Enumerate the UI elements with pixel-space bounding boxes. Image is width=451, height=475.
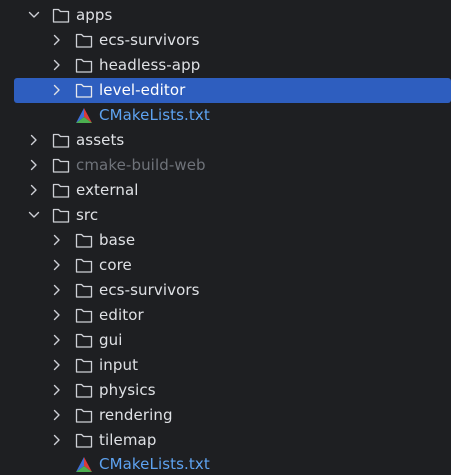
tree-row-label: rendering	[99, 406, 173, 424]
folder-icon	[75, 232, 93, 249]
tree-row-label: CMakeLists.txt	[99, 106, 210, 124]
tree-row-headless-app[interactable]: headless-app	[0, 53, 451, 78]
chevron-right-icon[interactable]	[50, 408, 64, 422]
tree-row-label: ecs-survivors	[99, 31, 200, 49]
project-tree: apps ecs-survivors headless-app level-ed…	[0, 0, 451, 475]
tree-row-cmakelists[interactable]: CMakeLists.txt	[0, 103, 451, 128]
folder-icon	[75, 432, 93, 449]
folder-icon	[75, 32, 93, 49]
cmake-icon	[75, 107, 93, 124]
folder-icon	[52, 132, 70, 149]
tree-row-label: core	[99, 256, 132, 274]
chevron-down-icon[interactable]	[27, 208, 41, 222]
tree-row-label: ecs-survivors	[99, 281, 200, 299]
tree-row-tilemap[interactable]: tilemap	[0, 428, 451, 453]
tree-row-label: CMakeLists.txt	[99, 455, 210, 473]
chevron-right-icon[interactable]	[50, 358, 64, 372]
chevron-right-icon[interactable]	[27, 183, 41, 197]
folder-icon	[75, 57, 93, 74]
tree-row-label: apps	[76, 6, 113, 24]
chevron-right-icon[interactable]	[50, 233, 64, 247]
chevron-right-icon[interactable]	[50, 33, 64, 47]
chevron-down-icon[interactable]	[27, 8, 41, 22]
folder-icon	[52, 157, 70, 174]
chevron-right-icon[interactable]	[50, 258, 64, 272]
folder-icon	[52, 182, 70, 199]
folder-icon	[75, 257, 93, 274]
chevron-right-icon[interactable]	[50, 83, 64, 97]
folder-icon	[75, 307, 93, 324]
folder-icon	[75, 282, 93, 299]
tree-row-core[interactable]: core	[0, 253, 451, 278]
tree-row-src-ecs-survivors[interactable]: ecs-survivors	[0, 278, 451, 303]
tree-row-editor[interactable]: editor	[0, 303, 451, 328]
tree-row-input[interactable]: input	[0, 353, 451, 378]
tree-row-label: editor	[99, 306, 144, 324]
folder-icon	[75, 407, 93, 424]
tree-row-label: input	[99, 356, 139, 374]
tree-row-label: gui	[99, 331, 123, 349]
tree-row-apps[interactable]: apps	[0, 3, 451, 28]
tree-row-label: cmake-build-web	[76, 156, 206, 174]
chevron-right-icon[interactable]	[50, 333, 64, 347]
tree-row-gui[interactable]: gui	[0, 328, 451, 353]
tree-row-physics[interactable]: physics	[0, 378, 451, 403]
chevron-right-icon[interactable]	[27, 133, 41, 147]
tree-row-label: src	[76, 206, 99, 224]
tree-row-label: physics	[99, 381, 156, 399]
chevron-right-icon[interactable]	[50, 58, 64, 72]
folder-icon	[75, 82, 93, 99]
folder-icon	[75, 332, 93, 349]
tree-row-label: external	[76, 181, 139, 199]
tree-row-label: tilemap	[99, 431, 157, 449]
tree-row-external[interactable]: external	[0, 178, 451, 203]
tree-row-rendering[interactable]: rendering	[0, 403, 451, 428]
tree-row-label: level-editor	[99, 81, 186, 99]
tree-row-assets[interactable]: assets	[0, 128, 451, 153]
chevron-right-icon[interactable]	[50, 433, 64, 447]
tree-row-src[interactable]: src	[0, 203, 451, 228]
tree-row-base[interactable]: base	[0, 228, 451, 253]
folder-icon	[52, 7, 70, 24]
tree-row-src-cmakelists[interactable]: CMakeLists.txt	[0, 452, 451, 475]
tree-row-level-editor[interactable]: level-editor	[0, 78, 451, 103]
chevron-right-icon[interactable]	[50, 383, 64, 397]
tree-row-ecs-survivors[interactable]: ecs-survivors	[0, 28, 451, 53]
folder-icon	[75, 382, 93, 399]
chevron-right-icon[interactable]	[27, 158, 41, 172]
folder-icon	[75, 357, 93, 374]
tree-row-label: headless-app	[99, 56, 201, 74]
cmake-icon	[75, 456, 93, 473]
tree-row-label: assets	[76, 131, 125, 149]
chevron-right-icon[interactable]	[50, 308, 64, 322]
chevron-right-icon[interactable]	[50, 283, 64, 297]
folder-icon	[52, 207, 70, 224]
tree-row-label: base	[99, 231, 136, 249]
tree-row-cmake-build-web[interactable]: cmake-build-web	[0, 153, 451, 178]
